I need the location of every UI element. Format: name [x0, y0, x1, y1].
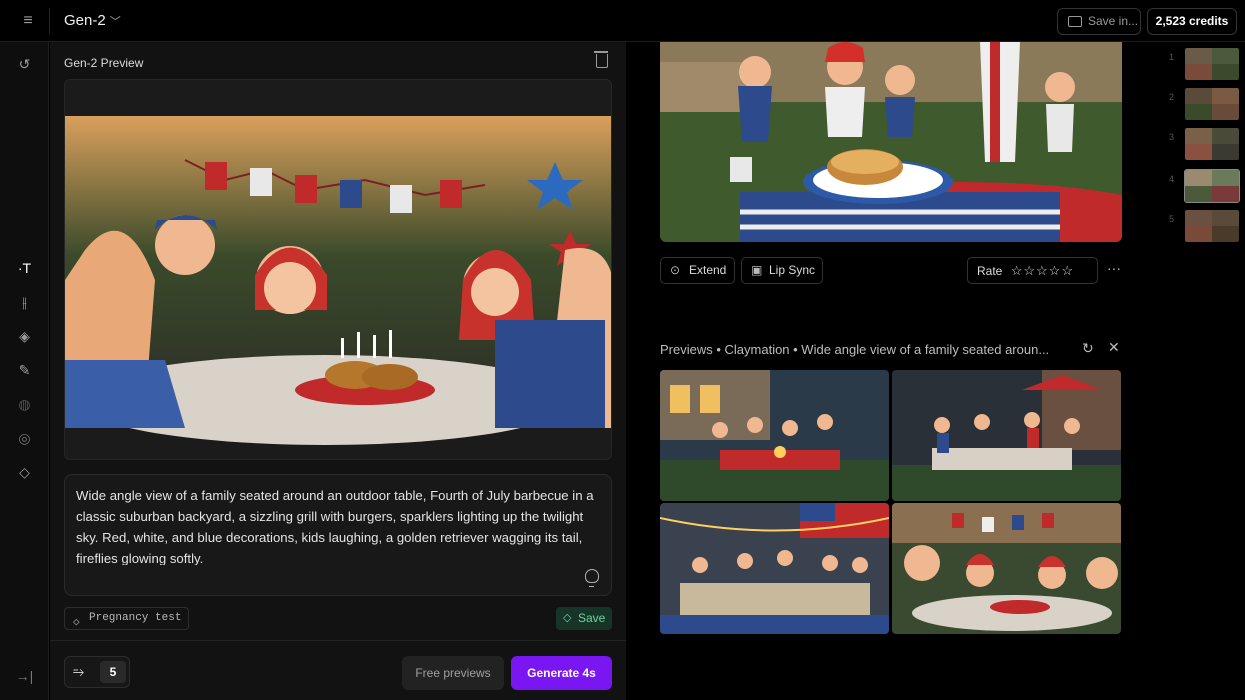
close-icon[interactable]: ✕ — [1108, 339, 1120, 356]
panel-title: Gen-2 Preview — [64, 56, 144, 70]
divider — [49, 8, 50, 34]
sliders-icon[interactable]: ⫲ — [0, 294, 49, 311]
layers-icon: ◇ — [563, 612, 572, 624]
history-thumbnail[interactable] — [1185, 88, 1239, 120]
history-thumbnail[interactable] — [1185, 128, 1239, 160]
history-thumbnail[interactable] — [1185, 210, 1239, 242]
preset-tag[interactable]: ◇ Pregnancy test — [64, 607, 189, 630]
preview-thumbnail-image — [660, 503, 889, 634]
collapse-panel-icon[interactable]: →| — [0, 668, 49, 684]
rating-stars[interactable]: ☆☆☆☆☆ — [1011, 263, 1074, 278]
bottom-bar: ⥱ 5 Free previews Generate 4s — [50, 640, 626, 700]
preview-video[interactable] — [64, 79, 612, 460]
history-strip: 1 2 3 4 5 — [1160, 42, 1245, 262]
chevron-down-icon: ﹀ — [109, 16, 121, 28]
extend-icon: ⊙ — [670, 263, 681, 277]
previews-title: Previews • Claymation • Wide angle view … — [660, 342, 1050, 357]
left-panel: Gen-2 Preview Wide angle view of a famil… — [50, 42, 626, 700]
preview-thumbnail[interactable] — [892, 503, 1121, 634]
text-icon[interactable]: ·T — [0, 260, 49, 276]
thumb-number: 3 — [1169, 132, 1175, 142]
thumb-number: 1 — [1169, 52, 1175, 62]
thumb-number: 5 — [1169, 214, 1175, 224]
extend-button[interactable]: ⊙ Extend — [660, 257, 735, 284]
lip-sync-label: Lip Sync — [769, 263, 816, 277]
folder-icon — [1068, 16, 1082, 27]
refresh-icon[interactable]: ↺ — [0, 56, 49, 73]
generated-video-image — [660, 42, 1122, 242]
prompt-textarea[interactable]: Wide angle view of a family seated aroun… — [64, 474, 612, 596]
save-in-button[interactable]: Save in... — [1057, 8, 1141, 35]
app-title-dropdown[interactable]: Gen-2 ﹀ — [64, 12, 121, 29]
more-options-icon[interactable]: ··· — [1107, 260, 1121, 276]
preview-thumbnail[interactable] — [892, 370, 1121, 501]
trash-icon[interactable] — [594, 51, 608, 68]
thumb-number: 2 — [1169, 92, 1175, 102]
output-count-control[interactable]: ⥱ 5 — [64, 656, 130, 688]
palette-icon[interactable]: ◍ — [0, 396, 49, 413]
preview-thumbnail[interactable] — [660, 370, 889, 501]
save-in-label: Save in... — [1088, 14, 1139, 28]
history-thumbnail[interactable] — [1185, 48, 1239, 80]
generated-video[interactable] — [660, 42, 1122, 242]
history-thumbnail[interactable] — [1184, 169, 1240, 203]
credits-badge[interactable]: 2,523 credits — [1147, 8, 1237, 35]
layers-icon[interactable]: ◇ — [0, 464, 49, 481]
refresh-icon[interactable]: ↻ — [1082, 340, 1094, 357]
output-count[interactable]: 5 — [100, 661, 126, 683]
layers-icon: ◇ — [73, 617, 80, 629]
rate-label: Rate — [977, 264, 1003, 278]
app-title: Gen-2 — [64, 12, 106, 29]
motion-brush-icon[interactable]: ◈ — [0, 328, 49, 345]
preview-thumbnail-image — [892, 370, 1121, 501]
free-previews-button[interactable]: Free previews — [402, 656, 504, 690]
lip-sync-icon: ▣ — [751, 263, 763, 277]
lightbulb-icon[interactable] — [585, 569, 599, 587]
preset-tag-label: Pregnancy test — [89, 612, 182, 624]
preview-thumbnail-image — [660, 370, 889, 501]
menu-icon[interactable]: ≡ — [18, 12, 38, 30]
tool-rail: ↺ ·T ⫲ ◈ ✎ ◍ ◎ ◇ →| — [0, 42, 49, 700]
lip-sync-button[interactable]: ▣ Lip Sync — [741, 257, 823, 284]
brush-icon[interactable]: ✎ — [0, 362, 49, 379]
circle-icon[interactable]: ◎ — [0, 430, 49, 447]
top-bar: ≡ Gen-2 ﹀ Save in... 2,523 credits — [0, 0, 1245, 42]
results-panel: ⊙ Extend ▣ Lip Sync Rate ☆☆☆☆☆ ··· Previ… — [627, 42, 1245, 700]
thumb-number: 4 — [1169, 174, 1175, 184]
preview-thumbnail[interactable] — [660, 503, 889, 634]
extend-label: Extend — [689, 263, 727, 277]
save-button[interactable]: ◇ Save — [556, 607, 612, 630]
settings-sliders-icon[interactable]: ⥱ — [73, 663, 84, 680]
prompt-text[interactable]: Wide angle view of a family seated aroun… — [76, 485, 602, 565]
preview-thumbnail-image — [892, 503, 1121, 634]
save-button-label: Save — [578, 611, 606, 625]
preview-image — [65, 80, 611, 459]
generate-button[interactable]: Generate 4s — [511, 656, 612, 690]
rate-control[interactable]: Rate ☆☆☆☆☆ — [967, 257, 1098, 284]
